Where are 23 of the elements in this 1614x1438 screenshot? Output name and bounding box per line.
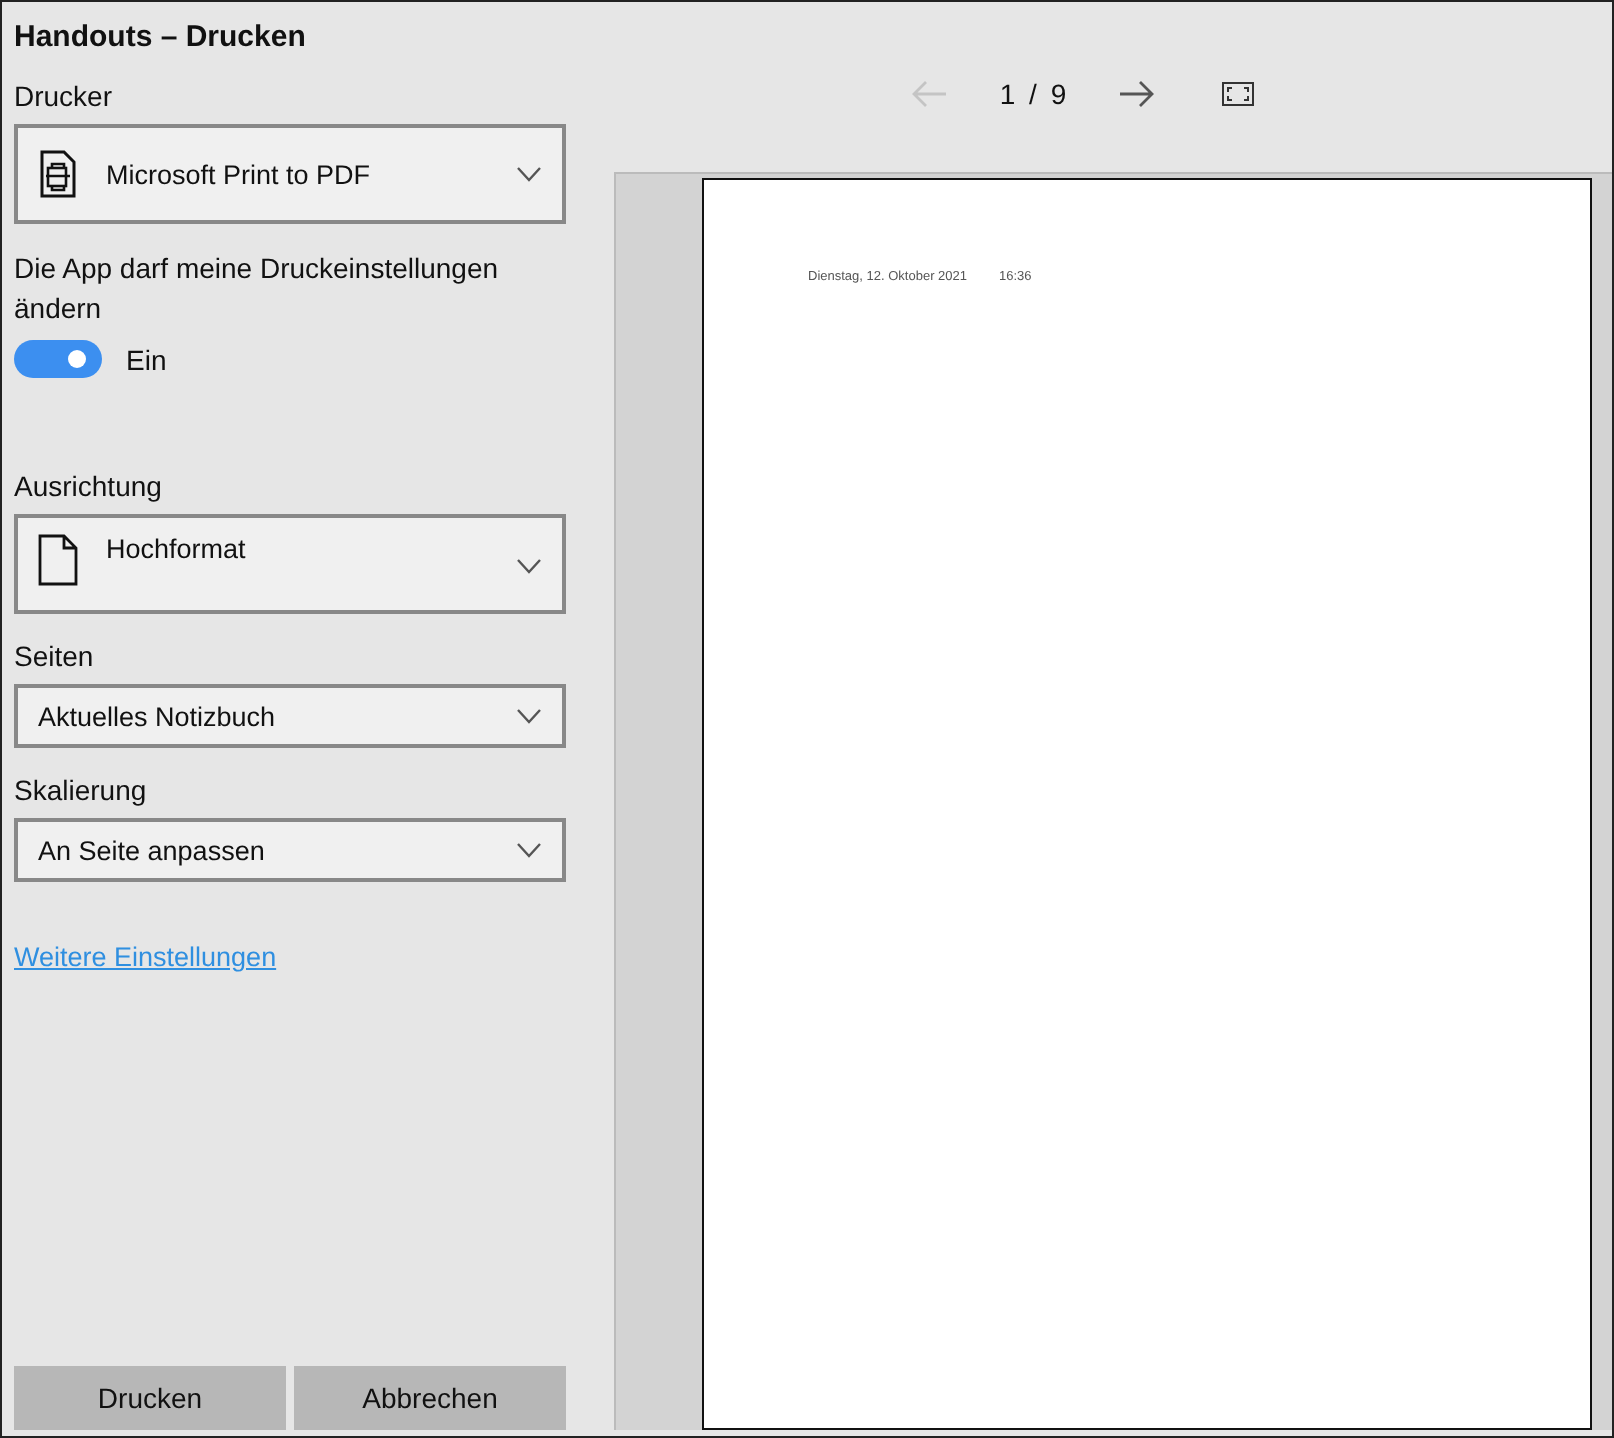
- chevron-down-icon: [516, 558, 542, 574]
- print-button[interactable]: Drucken: [14, 1366, 286, 1430]
- field-label: Skalierung: [14, 774, 149, 806]
- toggle-switch[interactable]: [14, 340, 102, 378]
- field-label: Drucker: [14, 80, 115, 112]
- printer-dropdown[interactable]: Microsoft Print to PDF: [14, 124, 566, 224]
- scaling-dropdown[interactable]: An Seite anpassen: [14, 818, 566, 882]
- page-icon: [38, 534, 78, 586]
- pages-dropdown[interactable]: Aktuelles Notizbuch: [14, 684, 566, 748]
- chevron-down-icon: [516, 842, 542, 858]
- page-indicator: 1 / 9: [999, 77, 1067, 109]
- printer-icon: [38, 150, 78, 198]
- field-label: Seiten: [14, 640, 96, 672]
- permission-text: Die App darf meine Druckeinstellungen ändern: [14, 250, 501, 328]
- window-title: Handouts – Drucken: [14, 20, 308, 54]
- chevron-down-icon: [516, 708, 542, 724]
- arrow-right-icon[interactable]: [1118, 79, 1155, 107]
- cancel-button[interactable]: Abbrechen: [294, 1366, 566, 1430]
- chevron-down-icon: [516, 166, 542, 182]
- toggle-state-text: Ein: [126, 343, 167, 375]
- field-label: Ausrichtung: [14, 470, 164, 502]
- orientation-dropdown[interactable]: Hochformat: [14, 514, 566, 614]
- fullscreen-icon[interactable]: [1222, 81, 1255, 105]
